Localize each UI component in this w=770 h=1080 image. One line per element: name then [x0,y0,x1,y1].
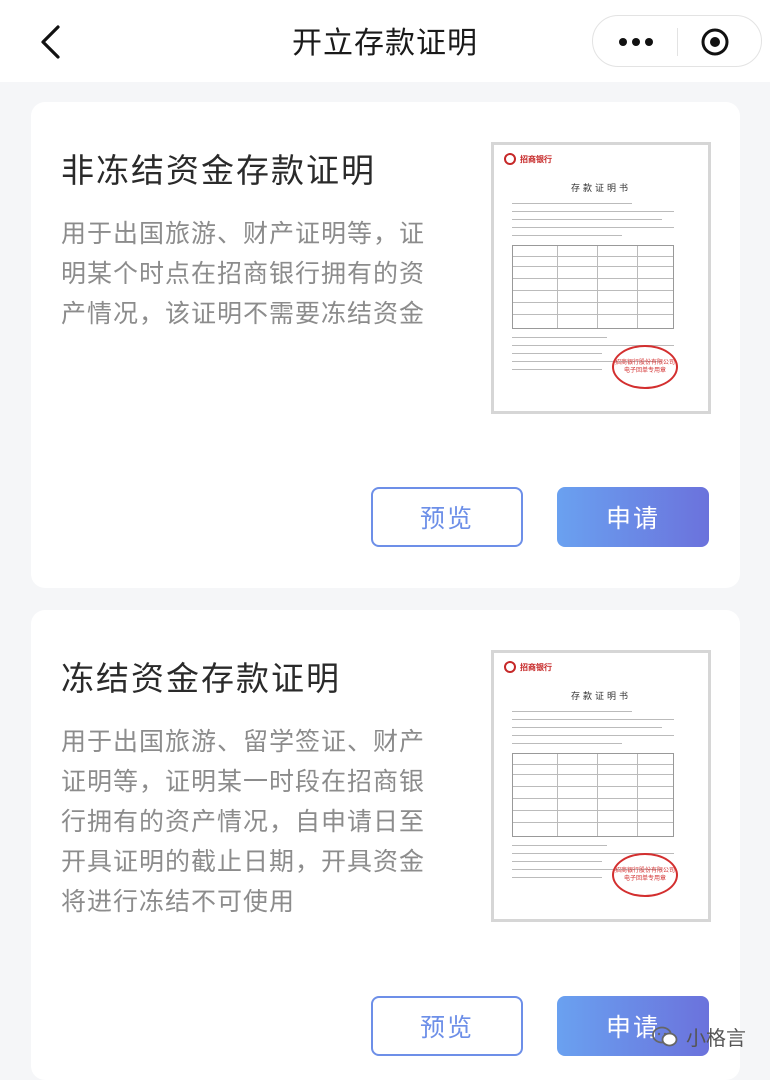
doc-text-line [512,877,602,878]
more-button[interactable] [613,26,659,58]
card-description: 用于出国旅游、财产证明等，证明某个时点在招商银行拥有的资产情况，该证明不需要冻结… [61,219,426,328]
doc-text-line [512,337,607,338]
red-seal-stamp: 招商银行股份有限公司 电子回单专用章 [612,345,678,389]
preview-button[interactable]: 预览 [371,487,523,547]
doc-text-line [512,711,632,712]
doc-text-line [512,369,602,370]
wechat-watermark: 小格言 [652,1022,746,1051]
document-heading: 存款证明书 [570,184,631,194]
capsule-divider [677,28,678,56]
red-seal-stamp: 招商银行股份有限公司 电子回单专用章 [612,853,678,897]
doc-text-line [512,227,674,228]
certificate-thumbnail: 招商银行 存款证明书 招商银行股份有限公司 电子回单专用章 [491,142,711,414]
doc-text-line [512,719,674,720]
card-title: 冻结资金存款证明 [61,659,341,698]
more-dots-icon [619,38,627,46]
bank-logo: 招商银行 [504,153,552,165]
watermark-text: 小格言 [686,1026,746,1050]
close-mini-program-button[interactable] [699,26,731,58]
doc-text-line [512,353,602,354]
wechat-icon [652,1026,678,1046]
doc-text-line [512,727,662,728]
doc-text-line [512,219,662,220]
mini-program-capsule [592,15,762,67]
doc-text-line [512,235,622,236]
preview-button[interactable]: 预览 [371,996,523,1056]
doc-text-line [512,861,602,862]
document-heading: 存款证明书 [570,692,631,702]
doc-text-line [512,743,622,744]
doc-text-line [512,211,674,212]
deposit-certificate-card-frozen: 冻结资金存款证明 用于出国旅游、留学签证、财产证明等，证明某一时段在招商银行拥有… [31,610,740,1080]
seal-text: 招商银行股份有限公司 电子回单专用章 [614,359,675,374]
doc-text-line [512,735,674,736]
more-dot [632,38,640,46]
bank-logo-icon [504,153,516,165]
doc-text-line [512,845,607,846]
bank-logo-text: 招商银行 [520,662,552,672]
apply-button[interactable]: 申请 [557,487,709,547]
bank-logo-icon [504,661,516,673]
nav-bar: 开立存款证明 [0,0,770,82]
deposit-certificate-card-unfrozen: 非冻结资金存款证明 用于出国旅游、财产证明等，证明某个时点在招商银行拥有的资产情… [31,102,740,588]
card-title: 非冻结资金存款证明 [61,151,376,190]
doc-text-line [512,203,632,204]
bank-logo: 招商银行 [504,661,552,673]
more-dot [645,38,653,46]
document-table [512,245,674,329]
document-table [512,753,674,837]
card-description: 用于出国旅游、留学签证、财产证明等，证明某一时段在招商银行拥有的资产情况，自申请… [61,727,426,916]
bank-logo-text: 招商银行 [520,154,552,164]
target-circle-icon [701,28,729,56]
certificate-thumbnail: 招商银行 存款证明书 招商银行股份有限公司 电子回单专用章 [491,650,711,922]
seal-text: 招商银行股份有限公司 电子回单专用章 [614,867,675,882]
